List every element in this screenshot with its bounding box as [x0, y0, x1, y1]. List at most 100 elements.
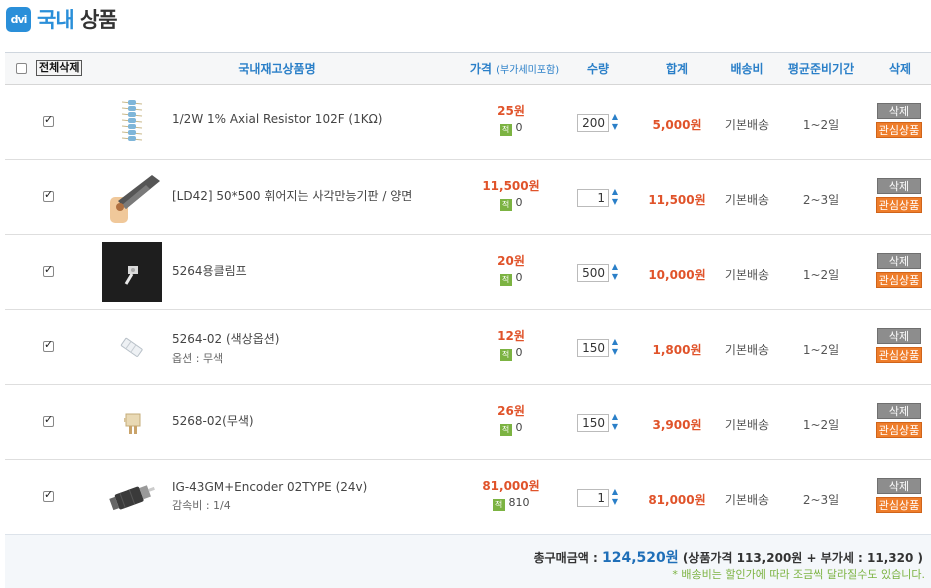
shipping-note: * 배송비는 할인가에 따라 조금씩 달라질수도 있습니다. — [672, 568, 925, 581]
points: 적 810 — [465, 496, 557, 511]
summary-line: 총구매금액 : 124,520원 (상품가격 113,200원 + 부가세 : … — [534, 547, 923, 567]
points-value: 0 — [515, 271, 523, 284]
product-option: 옵션 : 무색 — [172, 352, 224, 365]
quantity-stepper-icon[interactable]: ▲ ▼ — [611, 187, 619, 209]
product-name-cell: 1/2W 1% Axial Resistor 102F (1KΩ) — [172, 112, 382, 126]
table-row: 5268-02(무색) 26원 적0 150 ▲▼ 3,900원 기본배송 1~… — [5, 385, 931, 460]
wishlist-button[interactable]: 관심상품 — [876, 197, 922, 213]
wishlist-button[interactable]: 관심상품 — [876, 122, 922, 138]
delete-button[interactable]: 삭제 — [877, 403, 921, 419]
row-checkbox[interactable] — [43, 263, 54, 277]
points: 적0 — [465, 346, 557, 361]
unit-price: 81,000원 — [482, 479, 540, 493]
col-shipping: 배송비 — [730, 62, 764, 76]
delete-button[interactable]: 삭제 — [877, 103, 921, 119]
product-thumbnail[interactable] — [102, 392, 162, 452]
product-option: 감속비 : 1/4 — [172, 499, 231, 512]
table-row: 1/2W 1% Axial Resistor 102F (1KΩ) 25원 적0… — [5, 85, 931, 160]
unit-price: 11,500원 — [482, 179, 540, 193]
quantity-input[interactable]: 500 — [577, 264, 609, 282]
product-thumbnail[interactable] — [102, 242, 162, 302]
delete-button[interactable]: 삭제 — [877, 328, 921, 344]
lead-time: 1~2일 — [802, 418, 840, 432]
points: 적0 — [465, 271, 557, 286]
product-name-link[interactable]: IG-43GM+Encoder 02TYPE (24v) — [172, 480, 367, 494]
points-icon: 적 — [492, 499, 505, 511]
row-checkbox[interactable] — [43, 338, 54, 352]
table-row: [LD42] 50*500 휘어지는 사각만능기판 / 양면 11,500원 적… — [5, 160, 931, 235]
row-total: 3,900원 — [652, 418, 702, 432]
points: 적0 — [465, 121, 557, 136]
points-value: 0 — [515, 121, 523, 134]
quantity-stepper-icon[interactable]: ▲ ▼ — [611, 337, 619, 359]
product-name-link[interactable]: 5264-02 (색상옵션) — [172, 332, 279, 346]
col-name: 국내재고상품명 — [238, 62, 316, 76]
lead-time: 1~2일 — [802, 268, 840, 282]
wishlist-button[interactable]: 관심상품 — [876, 422, 922, 438]
points-icon: 적 — [499, 199, 512, 211]
unit-price: 25원 — [497, 104, 525, 118]
wishlist-button[interactable]: 관심상품 — [876, 497, 922, 513]
row-checkbox[interactable] — [43, 488, 54, 502]
title-text: 상품 — [79, 8, 118, 32]
unit-price: 26원 — [497, 404, 525, 418]
row-total: 1,800원 — [652, 343, 702, 357]
product-name-link[interactable]: 5268-02(무색) — [172, 414, 254, 428]
row-total: 5,000원 — [652, 118, 702, 132]
delete-button[interactable]: 삭제 — [877, 253, 921, 269]
quantity-stepper-icon[interactable]: ▲ ▼ — [611, 412, 619, 434]
title-accent: 국내 — [37, 8, 75, 32]
unit-price: 20원 — [497, 254, 525, 268]
quantity-input[interactable]: 1 — [577, 489, 609, 507]
row-checkbox[interactable] — [43, 413, 54, 427]
points-value: 0 — [515, 346, 523, 359]
col-price-note: (부가세미포함) — [496, 65, 560, 76]
row-checkbox[interactable] — [43, 188, 54, 202]
points-icon: 적 — [499, 124, 512, 136]
product-thumbnail[interactable] — [102, 92, 162, 152]
quantity-input[interactable]: 150 — [577, 414, 609, 432]
quantity-input[interactable]: 1 — [577, 189, 609, 207]
product-name-link[interactable]: [LD42] 50*500 휘어지는 사각만능기판 / 양면 — [172, 189, 412, 203]
lead-time: 1~2일 — [802, 118, 840, 132]
product-name-cell: 5264용클림프 — [172, 262, 247, 279]
quantity-stepper-icon[interactable]: ▲ ▼ — [611, 487, 619, 509]
summary-label: 총구매금액 : — [533, 551, 598, 565]
wishlist-button[interactable]: 관심상품 — [876, 347, 922, 363]
table-row: 5264-02 (색상옵션) 옵션 : 무색 12원 적0 150 ▲▼ 1,8… — [5, 310, 931, 385]
col-price-label: 가격 — [469, 62, 492, 76]
cart-table: 전체삭제 국내재고상품명 가격 (부가세미포함) 수량 합계 배송비 평균준비기… — [5, 52, 931, 535]
lead-time: 2~3일 — [802, 193, 840, 207]
delete-button[interactable]: 삭제 — [877, 178, 921, 194]
table-row: IG-43GM+Encoder 02TYPE (24v) 감속비 : 1/4 8… — [5, 460, 931, 535]
table-header: 전체삭제 국내재고상품명 가격 (부가세미포함) 수량 합계 배송비 평균준비기… — [5, 53, 931, 85]
shipping-type: 기본배송 — [724, 193, 770, 207]
product-thumbnail[interactable] — [102, 467, 162, 527]
delete-button[interactable]: 삭제 — [877, 478, 921, 494]
quantity-input[interactable]: 150 — [577, 339, 609, 357]
col-price: 가격 (부가세미포함) — [457, 53, 572, 85]
product-name-link[interactable]: 5264용클림프 — [172, 264, 247, 278]
col-qty: 수량 — [586, 62, 610, 76]
page-header: dvi 국내 상품 — [6, 4, 118, 34]
points-value: 0 — [515, 421, 523, 434]
row-total: 81,000원 — [648, 493, 706, 507]
row-checkbox[interactable] — [43, 113, 54, 127]
product-name-link[interactable]: 1/2W 1% Axial Resistor 102F (1KΩ) — [172, 112, 382, 126]
quantity-stepper-icon[interactable]: ▲ ▼ — [611, 262, 619, 284]
row-total: 11,500원 — [648, 193, 706, 207]
points-value: 0 — [515, 196, 523, 209]
quantity-stepper-icon[interactable]: ▲ ▼ — [611, 112, 619, 134]
brand-logo: dvi — [6, 6, 31, 32]
quantity-input[interactable]: 200 — [577, 114, 609, 132]
points-icon: 적 — [499, 274, 512, 286]
page-title: 국내 상품 — [37, 4, 118, 34]
product-thumbnail[interactable] — [102, 167, 162, 227]
delete-all-button[interactable]: 전체삭제 — [36, 60, 83, 76]
lead-time: 2~3일 — [802, 493, 840, 507]
product-thumbnail[interactable] — [102, 317, 162, 377]
col-delete: 삭제 — [888, 62, 912, 76]
unit-price: 12원 — [497, 329, 525, 343]
select-all-checkbox[interactable] — [16, 63, 27, 74]
wishlist-button[interactable]: 관심상품 — [876, 272, 922, 288]
